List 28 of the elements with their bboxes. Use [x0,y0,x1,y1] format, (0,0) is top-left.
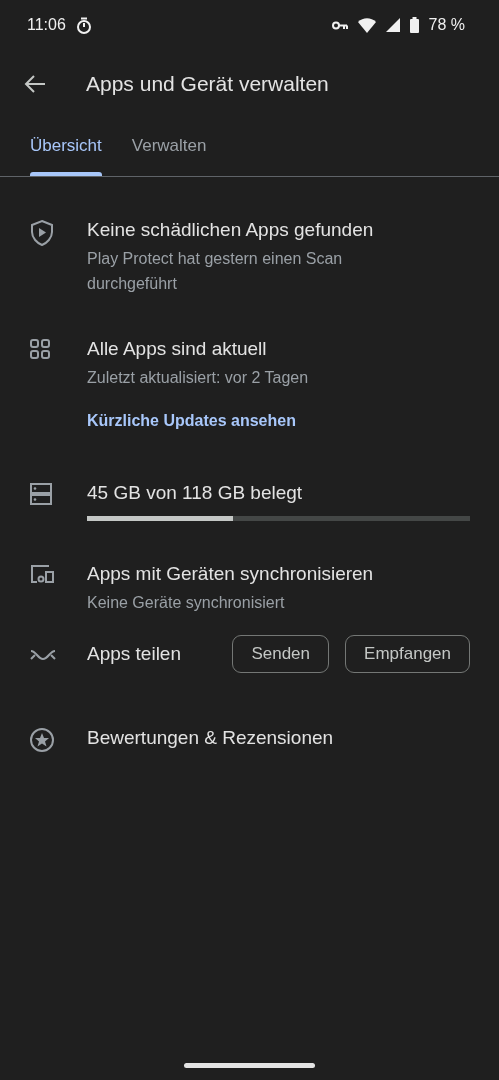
timer-icon [75,16,92,34]
share-button[interactable]: Senden [232,635,330,673]
item-title: Apps mit Geräten synchronisieren [87,562,375,586]
tab[interactable]: Verwalten [119,124,219,176]
item-title: Alle Apps sind aktuell [87,337,268,361]
time: 11:06 [27,16,66,34]
item-title: Apps teilen [87,642,181,666]
item-subtitle: Zuletzt aktualisiert: vor 2 Tagen [87,368,310,388]
storage-icon [29,482,53,506]
wifi-icon [357,17,376,33]
tab[interactable]: Übersicht [18,124,114,176]
devices-icon [29,563,55,585]
item-subtitle: Play Protect hat gestern einen Scan durchgeführt [87,249,344,294]
signal-icon [385,18,400,32]
battery-level: 78 % [428,16,465,34]
share-button[interactable]: Empfangen [345,635,470,673]
updates-link[interactable]: Kürzliche Updates ansehen [87,412,470,430]
item-title: Bewertungen & Rezensionen [87,726,335,750]
item-title: 45 GB von 118 GB belegt [87,481,304,505]
page-title: Apps und Gerät verwalten [86,72,329,96]
key-icon [331,20,348,30]
grid-icon [29,338,51,360]
shield-icon [29,219,55,247]
item-subtitle: Keine Geräte synchronisiert [87,593,286,613]
share-icon [29,648,57,662]
battery-icon [409,17,419,33]
back-icon[interactable] [24,75,46,93]
item-title: Keine schädlichen Apps gefunden [87,218,375,242]
